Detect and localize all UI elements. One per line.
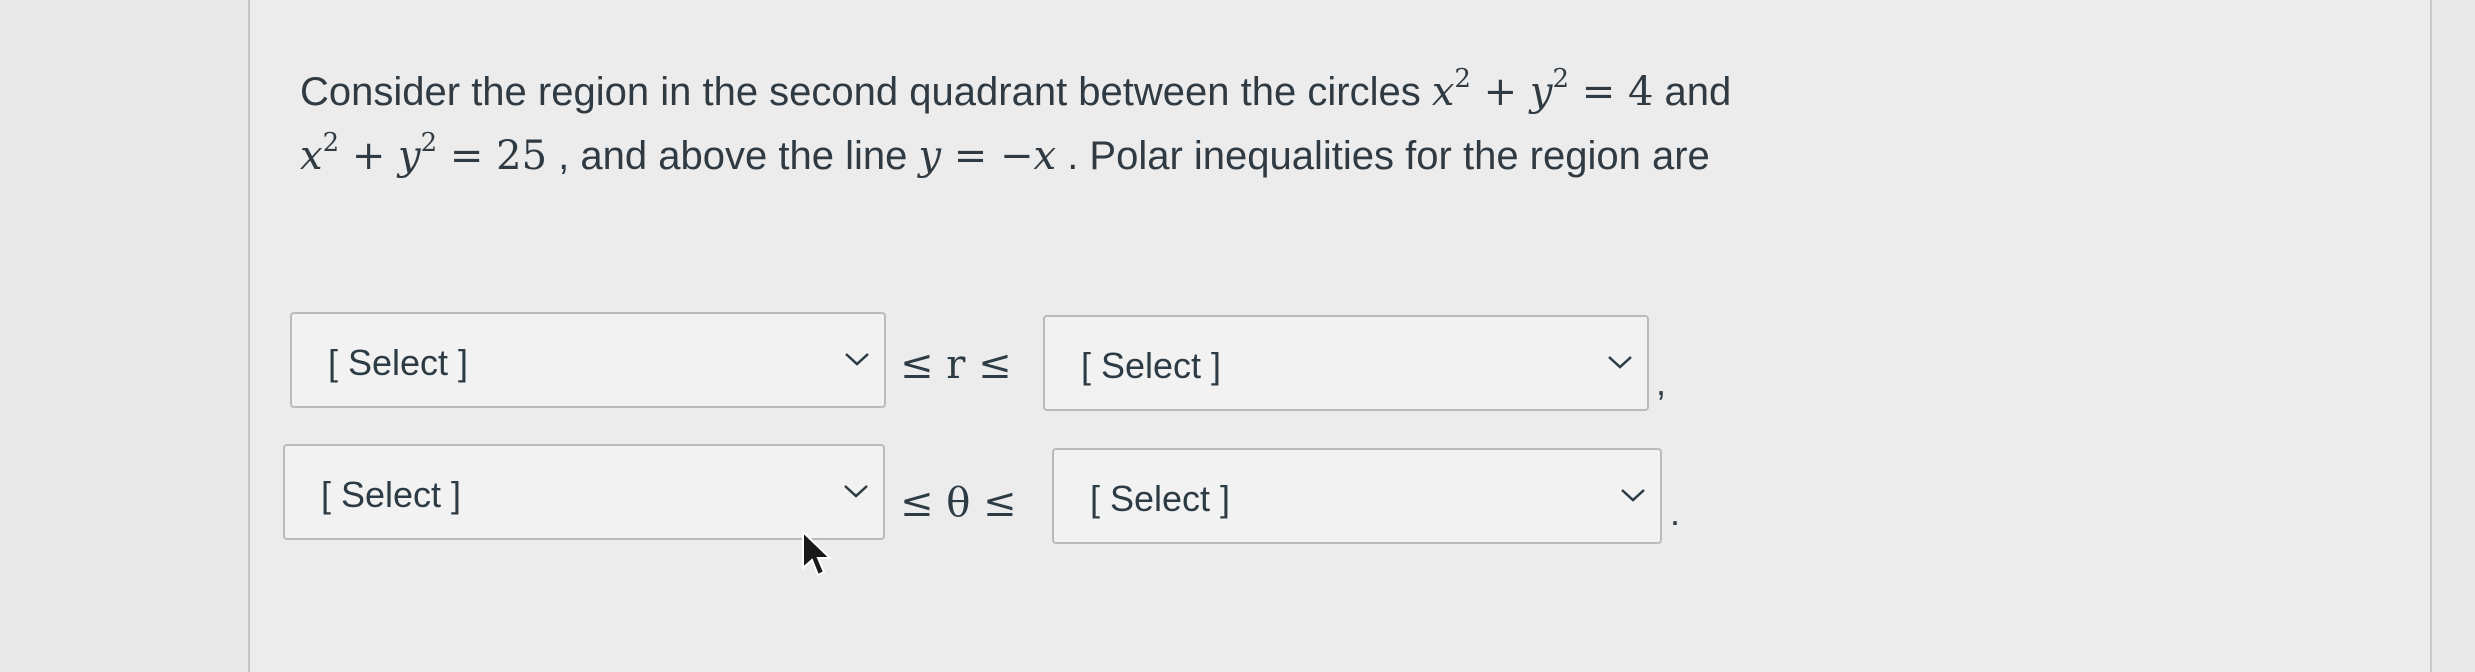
question-text: Consider the region in the second quadra… xyxy=(300,60,1950,188)
question-text-part: . Polar inequalities for the region are xyxy=(1056,134,1710,178)
select-label: [ Select ] xyxy=(328,342,469,383)
equation-line: y = −x xyxy=(918,133,1057,179)
equation-circle-25: x2 + y2 = 25 xyxy=(300,127,548,179)
theta-row-period: . xyxy=(1670,492,1681,533)
chevron-down-icon xyxy=(1608,356,1632,369)
chevron-down-icon xyxy=(845,353,869,366)
theta-inequality: ≤ θ ≤ xyxy=(900,480,1017,526)
mouse-pointer-icon xyxy=(802,530,833,577)
r-inequality: ≤ r ≤ xyxy=(900,342,1012,388)
chevron-down-icon xyxy=(1621,489,1645,502)
theta-lower-select[interactable]: [ Select ] xyxy=(283,444,885,540)
select-label: [ Select ] xyxy=(321,474,462,515)
question-text-part: and xyxy=(1653,70,1732,114)
r-lower-select[interactable]: [ Select ] xyxy=(290,312,886,408)
theta-upper-select[interactable]: [ Select ] xyxy=(1052,448,1662,544)
select-label: [ Select ] xyxy=(1081,345,1222,386)
r-row-comma: , xyxy=(1656,362,1667,403)
question-text-part: , and above the line xyxy=(547,134,919,178)
r-upper-select[interactable]: [ Select ] xyxy=(1043,315,1649,411)
chevron-down-icon xyxy=(844,485,868,498)
equation-circle-4: x2 + y2 = 4 xyxy=(1431,63,1654,115)
select-label: [ Select ] xyxy=(1090,478,1231,519)
question-text-part: Consider the region in the second quadra… xyxy=(300,70,1432,114)
